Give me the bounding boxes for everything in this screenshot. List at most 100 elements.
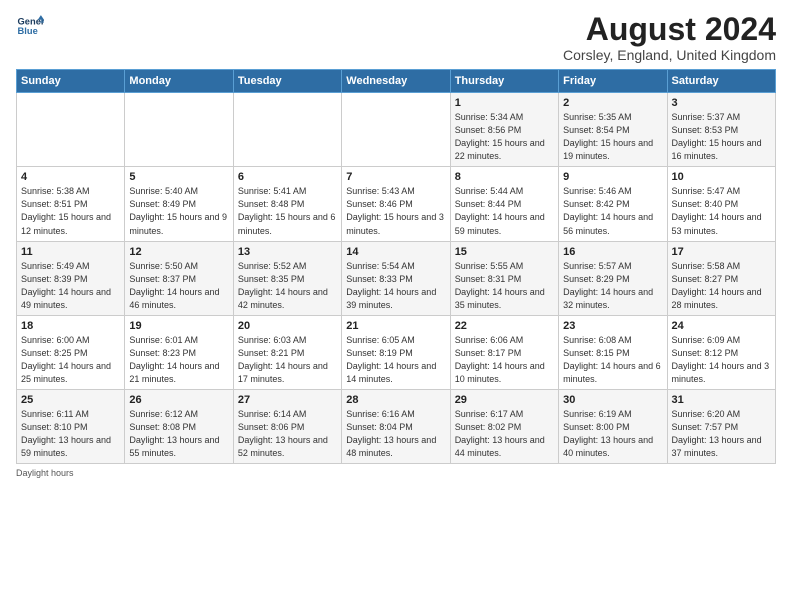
day-number: 6 <box>238 171 337 183</box>
day-number: 24 <box>672 320 771 332</box>
day-number: 25 <box>21 394 120 406</box>
calendar-cell: 19 Sunrise: 6:01 AM Sunset: 8:23 PM Dayli… <box>125 315 233 389</box>
day-number: 8 <box>455 171 554 183</box>
calendar-cell <box>125 93 233 167</box>
calendar-cell: 24 Sunrise: 6:09 AM Sunset: 8:12 PM Dayli… <box>667 315 775 389</box>
cell-info: Sunrise: 5:40 AM Sunset: 8:49 PM Dayligh… <box>129 185 228 237</box>
cell-info: Sunrise: 5:34 AM Sunset: 8:56 PM Dayligh… <box>455 111 554 163</box>
cell-info: Sunrise: 6:03 AM Sunset: 8:21 PM Dayligh… <box>238 334 337 386</box>
cell-info: Sunrise: 5:44 AM Sunset: 8:44 PM Dayligh… <box>455 185 554 237</box>
cell-info: Sunrise: 5:38 AM Sunset: 8:51 PM Dayligh… <box>21 185 120 237</box>
day-number: 4 <box>21 171 120 183</box>
title-block: August 2024 Corsley, England, United Kin… <box>563 12 776 63</box>
day-number: 13 <box>238 246 337 258</box>
calendar-cell <box>342 93 450 167</box>
cell-info: Sunrise: 5:50 AM Sunset: 8:37 PM Dayligh… <box>129 260 228 312</box>
calendar-week-3: 11Sunrise: 5:49 AM Sunset: 8:39 PM Dayli… <box>17 241 776 315</box>
calendar-cell: 10Sunrise: 5:47 AM Sunset: 8:40 PM Dayli… <box>667 167 775 241</box>
calendar-cell: 28Sunrise: 6:16 AM Sunset: 8:04 PM Dayli… <box>342 389 450 463</box>
cell-info: Sunrise: 6:20 AM Sunset: 7:57 PM Dayligh… <box>672 408 771 460</box>
cell-info: Sunrise: 6:01 AM Sunset: 8:23 PM Dayligh… <box>129 334 228 386</box>
calendar-cell: 3 Sunrise: 5:37 AM Sunset: 8:53 PM Daylig… <box>667 93 775 167</box>
cell-info: Sunrise: 5:55 AM Sunset: 8:31 PM Dayligh… <box>455 260 554 312</box>
cell-info: Sunrise: 5:43 AM Sunset: 8:46 PM Dayligh… <box>346 185 445 237</box>
calendar-cell: 14 Sunrise: 5:54 AM Sunset: 8:33 PM Dayli… <box>342 241 450 315</box>
cell-info: Sunrise: 6:19 AM Sunset: 8:00 PM Dayligh… <box>563 408 662 460</box>
calendar-week-1: 1 Sunrise: 5:34 AM Sunset: 8:56 PM Daylig… <box>17 93 776 167</box>
cell-info: Sunrise: 5:37 AM Sunset: 8:53 PM Dayligh… <box>672 111 771 163</box>
cell-info: Sunrise: 5:41 AM Sunset: 8:48 PM Dayligh… <box>238 185 337 237</box>
cell-info: Sunrise: 5:58 AM Sunset: 8:27 PM Dayligh… <box>672 260 771 312</box>
calendar-cell: 9Sunrise: 5:46 AM Sunset: 8:42 PM Daylig… <box>559 167 667 241</box>
day-number: 14 <box>346 246 445 258</box>
weekday-header-tuesday: Tuesday <box>233 70 341 93</box>
cell-info: Sunrise: 5:57 AM Sunset: 8:29 PM Dayligh… <box>563 260 662 312</box>
day-number: 18 <box>21 320 120 332</box>
day-number: 7 <box>346 171 445 183</box>
calendar-cell: 7 Sunrise: 5:43 AM Sunset: 8:46 PM Daylig… <box>342 167 450 241</box>
weekday-header-thursday: Thursday <box>450 70 558 93</box>
day-number: 17 <box>672 246 771 258</box>
cell-info: Sunrise: 5:52 AM Sunset: 8:35 PM Dayligh… <box>238 260 337 312</box>
cell-info: Sunrise: 6:17 AM Sunset: 8:02 PM Dayligh… <box>455 408 554 460</box>
calendar-cell: 18 Sunrise: 6:00 AM Sunset: 8:25 PM Dayli… <box>17 315 125 389</box>
svg-text:Blue: Blue <box>18 26 38 36</box>
weekday-header-row: SundayMondayTuesdayWednesdayThursdayFrid… <box>17 70 776 93</box>
logo-icon: General Blue <box>16 12 44 40</box>
day-number: 30 <box>563 394 662 406</box>
calendar-cell: 11Sunrise: 5:49 AM Sunset: 8:39 PM Dayli… <box>17 241 125 315</box>
day-number: 22 <box>455 320 554 332</box>
calendar-cell: 8 Sunrise: 5:44 AM Sunset: 8:44 PM Daylig… <box>450 167 558 241</box>
calendar-cell: 6 Sunrise: 5:41 AM Sunset: 8:48 PM Daylig… <box>233 167 341 241</box>
calendar-cell: 22 Sunrise: 6:06 AM Sunset: 8:17 PM Dayli… <box>450 315 558 389</box>
footer-label: Daylight hours <box>16 468 776 478</box>
logo: General Blue <box>16 12 44 40</box>
day-number: 3 <box>672 97 771 109</box>
calendar-cell <box>233 93 341 167</box>
cell-info: Sunrise: 6:00 AM Sunset: 8:25 PM Dayligh… <box>21 334 120 386</box>
calendar-cell: 25Sunrise: 6:11 AM Sunset: 8:10 PM Dayli… <box>17 389 125 463</box>
calendar-cell: 1 Sunrise: 5:34 AM Sunset: 8:56 PM Daylig… <box>450 93 558 167</box>
calendar-cell: 17 Sunrise: 5:58 AM Sunset: 8:27 PM Dayli… <box>667 241 775 315</box>
cell-info: Sunrise: 6:09 AM Sunset: 8:12 PM Dayligh… <box>672 334 771 386</box>
day-number: 9 <box>563 171 662 183</box>
calendar-cell: 13 Sunrise: 5:52 AM Sunset: 8:35 PM Dayli… <box>233 241 341 315</box>
day-number: 26 <box>129 394 228 406</box>
main-container: General Blue August 2024 Corsley, Englan… <box>0 0 792 486</box>
main-title: August 2024 <box>563 12 776 47</box>
calendar-cell: 27 Sunrise: 6:14 AM Sunset: 8:06 PM Dayli… <box>233 389 341 463</box>
cell-info: Sunrise: 5:35 AM Sunset: 8:54 PM Dayligh… <box>563 111 662 163</box>
cell-info: Sunrise: 6:05 AM Sunset: 8:19 PM Dayligh… <box>346 334 445 386</box>
day-number: 1 <box>455 97 554 109</box>
cell-info: Sunrise: 6:14 AM Sunset: 8:06 PM Dayligh… <box>238 408 337 460</box>
calendar-cell: 2 Sunrise: 5:35 AM Sunset: 8:54 PM Daylig… <box>559 93 667 167</box>
calendar-week-2: 4 Sunrise: 5:38 AM Sunset: 8:51 PM Daylig… <box>17 167 776 241</box>
cell-info: Sunrise: 6:06 AM Sunset: 8:17 PM Dayligh… <box>455 334 554 386</box>
cell-info: Sunrise: 5:54 AM Sunset: 8:33 PM Dayligh… <box>346 260 445 312</box>
day-number: 29 <box>455 394 554 406</box>
calendar-cell: 5 Sunrise: 5:40 AM Sunset: 8:49 PM Daylig… <box>125 167 233 241</box>
day-number: 19 <box>129 320 228 332</box>
weekday-header-monday: Monday <box>125 70 233 93</box>
cell-info: Sunrise: 5:47 AM Sunset: 8:40 PM Dayligh… <box>672 185 771 237</box>
cell-info: Sunrise: 5:49 AM Sunset: 8:39 PM Dayligh… <box>21 260 120 312</box>
subtitle: Corsley, England, United Kingdom <box>563 47 776 63</box>
day-number: 5 <box>129 171 228 183</box>
calendar-cell: 15 Sunrise: 5:55 AM Sunset: 8:31 PM Dayli… <box>450 241 558 315</box>
weekday-header-wednesday: Wednesday <box>342 70 450 93</box>
day-number: 27 <box>238 394 337 406</box>
calendar-cell: 16 Sunrise: 5:57 AM Sunset: 8:29 PM Dayli… <box>559 241 667 315</box>
day-number: 20 <box>238 320 337 332</box>
calendar-cell <box>17 93 125 167</box>
day-number: 15 <box>455 246 554 258</box>
day-number: 28 <box>346 394 445 406</box>
calendar-cell: 30 Sunrise: 6:19 AM Sunset: 8:00 PM Dayli… <box>559 389 667 463</box>
calendar-cell: 26Sunrise: 6:12 AM Sunset: 8:08 PM Dayli… <box>125 389 233 463</box>
calendar-cell: 20 Sunrise: 6:03 AM Sunset: 8:21 PM Dayli… <box>233 315 341 389</box>
calendar-cell: 21Sunrise: 6:05 AM Sunset: 8:19 PM Dayli… <box>342 315 450 389</box>
day-number: 16 <box>563 246 662 258</box>
day-number: 23 <box>563 320 662 332</box>
day-number: 12 <box>129 246 228 258</box>
calendar-cell: 31Sunrise: 6:20 AM Sunset: 7:57 PM Dayli… <box>667 389 775 463</box>
day-number: 2 <box>563 97 662 109</box>
